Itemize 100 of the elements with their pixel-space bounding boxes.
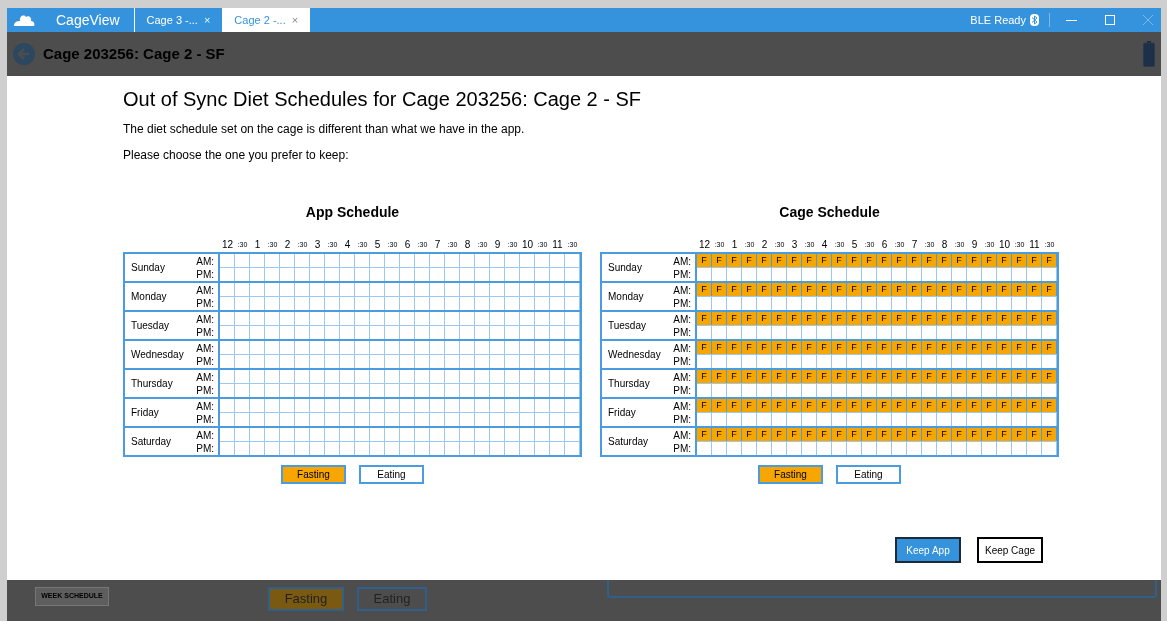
- tab[interactable]: Cage 2 -... ×: [222, 8, 311, 32]
- schedule-cell[interactable]: F: [982, 283, 997, 296]
- schedule-cell[interactable]: F: [1027, 312, 1042, 325]
- schedule-cell[interactable]: F: [1027, 399, 1042, 412]
- schedule-cell[interactable]: F: [952, 254, 967, 267]
- schedule-cell[interactable]: F: [847, 312, 862, 325]
- schedule-cell[interactable]: F: [802, 312, 817, 325]
- schedule-cell[interactable]: F: [832, 341, 847, 354]
- minimize-icon[interactable]: [1066, 19, 1077, 21]
- schedule-cell[interactable]: F: [922, 254, 937, 267]
- schedule-cell[interactable]: F: [832, 370, 847, 383]
- schedule-cell[interactable]: F: [937, 283, 952, 296]
- schedule-cell[interactable]: F: [1042, 283, 1057, 296]
- schedule-cell[interactable]: F: [727, 370, 742, 383]
- schedule-cell[interactable]: F: [697, 341, 712, 354]
- schedule-cell[interactable]: F: [697, 370, 712, 383]
- schedule-cell[interactable]: F: [982, 312, 997, 325]
- schedule-cell[interactable]: F: [937, 341, 952, 354]
- schedule-cell[interactable]: F: [817, 341, 832, 354]
- schedule-cell[interactable]: F: [772, 283, 787, 296]
- schedule-cell[interactable]: F: [1012, 370, 1027, 383]
- schedule-cell[interactable]: F: [967, 428, 982, 441]
- schedule-cell[interactable]: F: [1027, 428, 1042, 441]
- schedule-cell[interactable]: F: [997, 370, 1012, 383]
- schedule-cell[interactable]: F: [787, 428, 802, 441]
- close-tab-icon[interactable]: ×: [291, 11, 299, 29]
- schedule-cell[interactable]: F: [727, 312, 742, 325]
- schedule-cell[interactable]: F: [697, 399, 712, 412]
- schedule-cell[interactable]: F: [847, 370, 862, 383]
- schedule-cell[interactable]: F: [982, 370, 997, 383]
- schedule-cell[interactable]: F: [982, 399, 997, 412]
- schedule-cell[interactable]: F: [1012, 312, 1027, 325]
- schedule-cell[interactable]: F: [712, 341, 727, 354]
- schedule-cell[interactable]: F: [937, 370, 952, 383]
- schedule-cell[interactable]: F: [772, 341, 787, 354]
- maximize-icon[interactable]: [1105, 15, 1115, 25]
- schedule-cell[interactable]: F: [952, 283, 967, 296]
- schedule-cell[interactable]: F: [817, 254, 832, 267]
- schedule-cell[interactable]: F: [1012, 341, 1027, 354]
- schedule-cell[interactable]: F: [862, 341, 877, 354]
- schedule-cell[interactable]: F: [787, 399, 802, 412]
- schedule-cell[interactable]: F: [1027, 370, 1042, 383]
- schedule-cell[interactable]: F: [802, 399, 817, 412]
- schedule-cell[interactable]: F: [1027, 341, 1042, 354]
- schedule-cell[interactable]: F: [697, 254, 712, 267]
- schedule-cell[interactable]: F: [817, 283, 832, 296]
- schedule-cell[interactable]: F: [937, 254, 952, 267]
- schedule-cell[interactable]: F: [922, 283, 937, 296]
- schedule-cell[interactable]: F: [907, 370, 922, 383]
- schedule-cell[interactable]: F: [742, 312, 757, 325]
- schedule-cell[interactable]: F: [892, 283, 907, 296]
- schedule-cell[interactable]: F: [967, 399, 982, 412]
- schedule-cell[interactable]: F: [742, 254, 757, 267]
- schedule-cell[interactable]: F: [817, 399, 832, 412]
- schedule-cell[interactable]: F: [1042, 428, 1057, 441]
- schedule-cell[interactable]: F: [892, 428, 907, 441]
- schedule-cell[interactable]: F: [742, 283, 757, 296]
- schedule-cell[interactable]: F: [892, 312, 907, 325]
- schedule-cell[interactable]: F: [862, 370, 877, 383]
- schedule-cell[interactable]: F: [1042, 370, 1057, 383]
- schedule-cell[interactable]: F: [907, 254, 922, 267]
- schedule-cell[interactable]: F: [727, 428, 742, 441]
- schedule-cell[interactable]: F: [712, 428, 727, 441]
- schedule-cell[interactable]: F: [712, 370, 727, 383]
- schedule-cell[interactable]: F: [1012, 399, 1027, 412]
- schedule-cell[interactable]: F: [922, 399, 937, 412]
- schedule-cell[interactable]: F: [757, 341, 772, 354]
- schedule-cell[interactable]: F: [757, 283, 772, 296]
- schedule-cell[interactable]: F: [1042, 312, 1057, 325]
- schedule-cell[interactable]: F: [817, 312, 832, 325]
- schedule-cell[interactable]: F: [997, 283, 1012, 296]
- schedule-cell[interactable]: F: [832, 399, 847, 412]
- schedule-cell[interactable]: F: [697, 428, 712, 441]
- schedule-cell[interactable]: F: [862, 254, 877, 267]
- schedule-cell[interactable]: F: [802, 370, 817, 383]
- schedule-cell[interactable]: F: [802, 254, 817, 267]
- schedule-cell[interactable]: F: [877, 399, 892, 412]
- schedule-cell[interactable]: F: [742, 341, 757, 354]
- schedule-cell[interactable]: F: [937, 312, 952, 325]
- schedule-cell[interactable]: F: [1042, 254, 1057, 267]
- schedule-cell[interactable]: F: [1012, 283, 1027, 296]
- schedule-cell[interactable]: F: [772, 254, 787, 267]
- schedule-cell[interactable]: F: [907, 428, 922, 441]
- schedule-cell[interactable]: F: [712, 283, 727, 296]
- schedule-cell[interactable]: F: [1027, 283, 1042, 296]
- schedule-cell[interactable]: F: [997, 254, 1012, 267]
- fasting-legend-button[interactable]: Fasting: [281, 465, 346, 484]
- schedule-cell[interactable]: F: [847, 254, 862, 267]
- schedule-cell[interactable]: F: [997, 428, 1012, 441]
- schedule-cell[interactable]: F: [922, 341, 937, 354]
- schedule-cell[interactable]: F: [862, 399, 877, 412]
- schedule-cell[interactable]: F: [787, 370, 802, 383]
- schedule-cell[interactable]: F: [877, 312, 892, 325]
- schedule-cell[interactable]: F: [877, 341, 892, 354]
- schedule-cell[interactable]: F: [862, 283, 877, 296]
- schedule-cell[interactable]: F: [922, 312, 937, 325]
- schedule-cell[interactable]: F: [712, 399, 727, 412]
- schedule-cell[interactable]: F: [967, 283, 982, 296]
- schedule-cell[interactable]: F: [907, 341, 922, 354]
- schedule-cell[interactable]: F: [787, 312, 802, 325]
